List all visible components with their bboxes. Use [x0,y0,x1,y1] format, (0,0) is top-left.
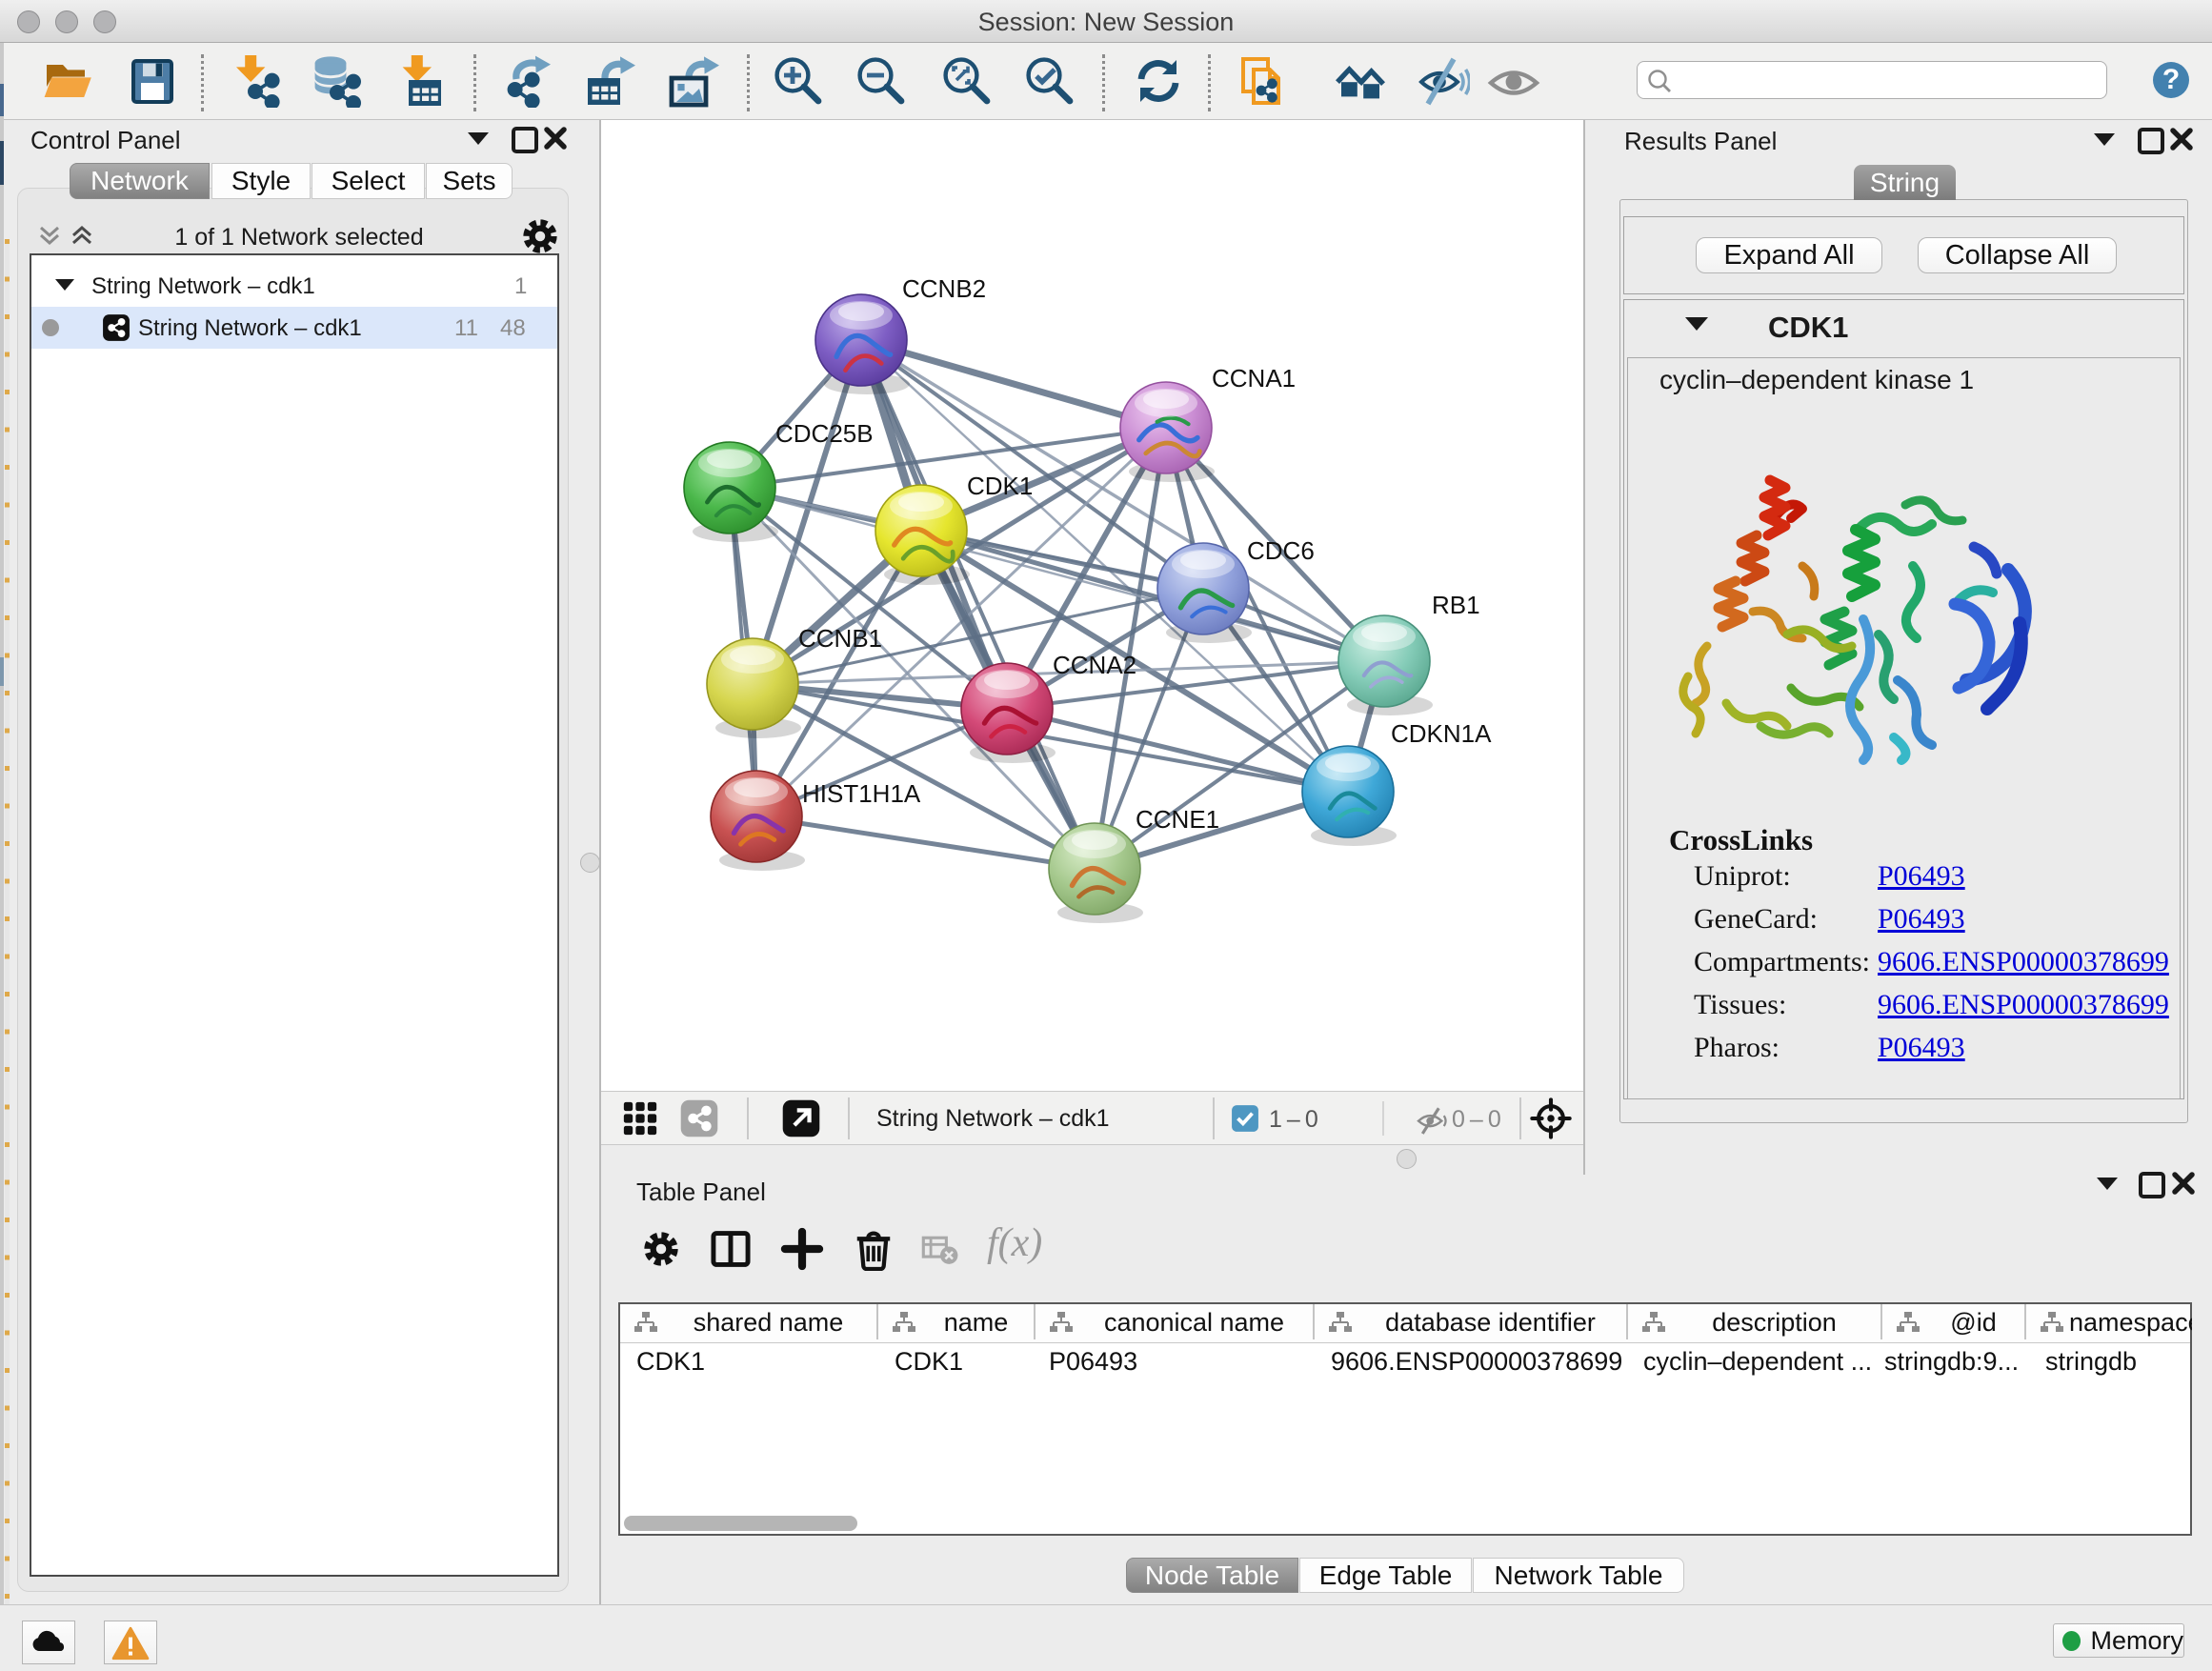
svg-text:HIST1H1A: HIST1H1A [802,779,921,808]
svg-text:CDC6: CDC6 [1247,536,1315,565]
svg-text:CCNB1: CCNB1 [798,624,882,653]
svg-text:CDK1: CDK1 [967,472,1033,500]
svg-text:CDC25B: CDC25B [775,419,874,448]
svg-text:CCNA1: CCNA1 [1212,364,1296,393]
svg-text:CCNB2: CCNB2 [902,274,986,303]
svg-text:CCNE1: CCNE1 [1136,805,1219,834]
svg-text:CCNA2: CCNA2 [1053,651,1136,679]
svg-text:RB1: RB1 [1432,591,1480,619]
svg-text:CDKN1A: CDKN1A [1391,719,1492,748]
